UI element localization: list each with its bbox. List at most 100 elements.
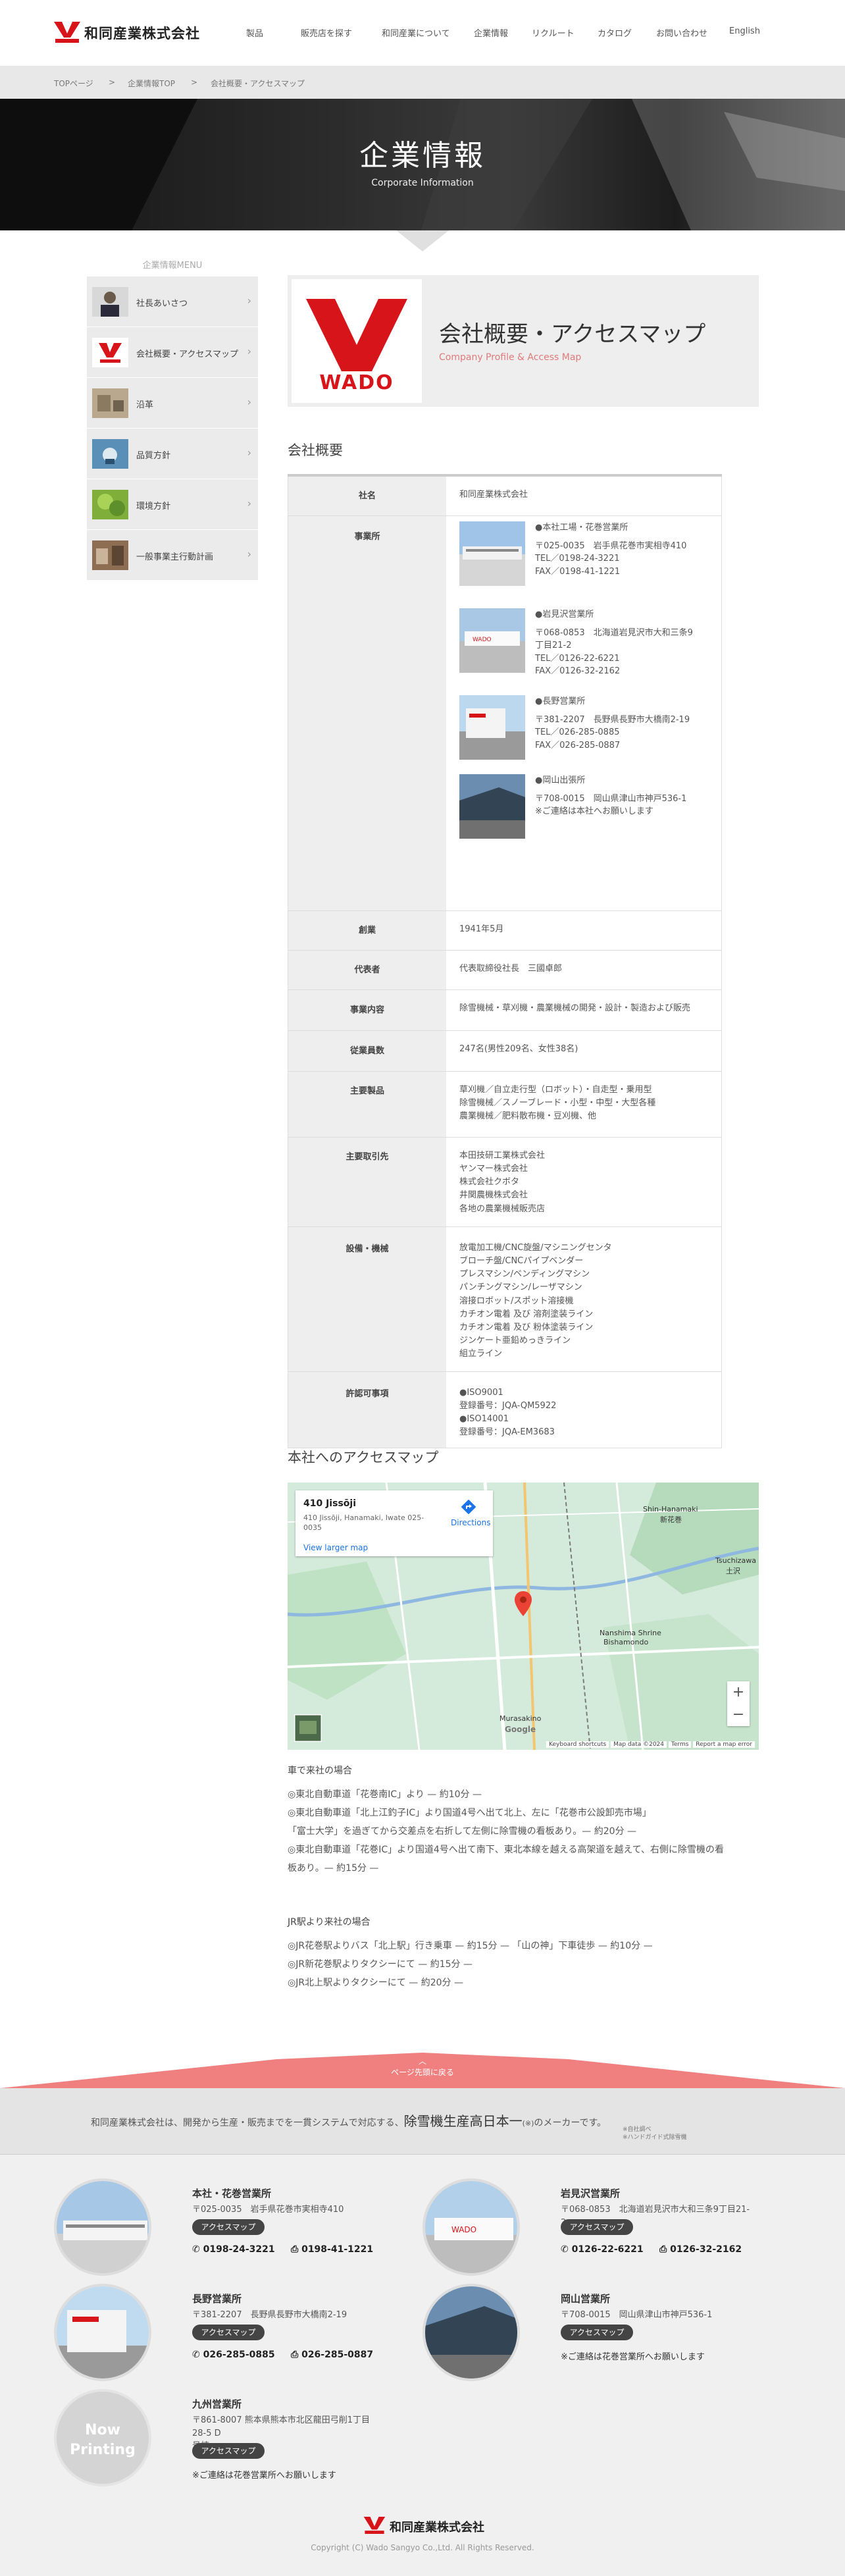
phone-icon: ✆ — [192, 2244, 203, 2255]
row-value-line: ヤンマー株式会社 — [459, 1164, 528, 1174]
access-line: 板あり。— 約15分 — — [288, 1863, 379, 1874]
row-label: 社名 — [288, 477, 446, 515]
branch-nagano: 長野営業所 〒381-2207 長野県長野市大橋南2-19 アクセスマップ ✆ … — [54, 2284, 383, 2389]
map-label: Shin-Hanamaki — [643, 1505, 698, 1513]
branch-photo-icon — [57, 2286, 149, 2379]
map-terms-link[interactable]: Terms — [668, 1741, 692, 1748]
row-value: 和同産業株式会社 — [446, 477, 721, 513]
chevron-up-icon: ︿ — [418, 2057, 426, 2066]
row-value-line: ブローチ盤/CNCパイプベンダー — [459, 1256, 584, 1267]
logo-text[interactable]: 和同産業株式会社 — [84, 23, 200, 43]
sidebar-item-action-plan[interactable]: 一般事業主行動計画 › — [87, 530, 258, 581]
zoom-in-icon[interactable]: + — [727, 1681, 750, 1704]
branch-hanamaki: 本社・花巻営業所 〒025-0035 岩手県花巻市実相寺410 アクセスマップ … — [54, 2178, 383, 2284]
sidebar-item-quality[interactable]: 品質方針 › — [87, 429, 258, 479]
zoom-out-icon[interactable]: − — [727, 1704, 750, 1726]
row-value-line: 溶接ロボット/スポット溶接機 — [459, 1296, 574, 1306]
chevron-right-icon: › — [247, 345, 251, 357]
sidebar-item-environment[interactable]: 環境方針 › — [87, 479, 258, 530]
svg-text:WADO: WADO — [473, 637, 492, 643]
table-row: 事業所 ●本社工場・花巻営業所 〒025-0035 岩手県花巻市実相寺410 T… — [288, 516, 722, 911]
branch-note: ※ご連絡は花巻営業所へお願いします — [192, 2471, 336, 2481]
row-value-line: ●ISO14001 — [459, 1414, 509, 1425]
branch-name: 岡山営業所 — [561, 2293, 611, 2305]
row-value: 放電加工機/CNC旋盤/マシニングセンタ ブローチ盤/CNCパイプベンダー プレ… — [446, 1227, 721, 1373]
branch-tel[interactable]: ✆ 026-285-0885 — [192, 2350, 275, 2360]
nav-corporate[interactable]: 企業情報 — [474, 26, 508, 39]
footer-tagline-band: 和同産業株式会社は、開発から生産・販売までを一貫システムで対応する、除雪機生産高… — [0, 2088, 845, 2154]
row-value-line: ジンケート亜鉛めっきライン — [459, 1335, 571, 1346]
office-line: FAX／026-285-0887 — [535, 740, 621, 750]
page-subtitle: Company Profile & Access Map — [439, 352, 582, 363]
sidebar-item-profile[interactable]: 会社概要・アクセスマップ › — [87, 327, 258, 378]
row-value-line: 1941年5月 — [459, 924, 504, 934]
branch-note: ※ご連絡は花巻営業所へお願いします — [561, 2352, 705, 2362]
map-layer-toggle-icon[interactable] — [294, 1714, 322, 1742]
embedded-map[interactable]: 410 Jissōji 410 Jissōji, Hanamaki, Iwate… — [288, 1483, 759, 1750]
nav-dealers[interactable]: 販売店を探す — [301, 26, 352, 39]
footer-logo-text[interactable]: 和同産業株式会社 — [390, 2518, 484, 2535]
tel-number: 026-285-0885 — [203, 2350, 275, 2360]
tagline-text: のメーカーです。 — [534, 2118, 607, 2128]
branch-tel[interactable]: ✆ 0126-22-6221 — [561, 2244, 644, 2255]
wado-logo-icon[interactable] — [54, 22, 80, 43]
branch-photo — [54, 2284, 151, 2381]
access-map-button[interactable]: アクセスマップ — [192, 2219, 265, 2235]
breadcrumb-corporate[interactable]: 企業情報TOP — [128, 78, 175, 89]
company-table: 社名 和同産業株式会社 事業所 ●本社工場・花巻営業所 〒025-0035 岩手… — [288, 474, 722, 1448]
access-map-button[interactable]: アクセスマップ — [561, 2219, 633, 2235]
map-larger-link[interactable]: View larger map — [303, 1543, 368, 1552]
branch-photo-icon — [57, 2181, 149, 2273]
row-value: ●ISO9001 登録番号：JQA-QM5922 ●ISO14001 登録番号：… — [446, 1372, 721, 1452]
breadcrumb-top[interactable]: TOPページ — [54, 78, 93, 89]
company-heading: 会社概要 — [288, 442, 343, 458]
map-pin-icon[interactable] — [515, 1591, 532, 1616]
phone-icon: ✆ — [561, 2244, 572, 2255]
access-line: ◎JR北上駅よりタクシーにて — 約20分 — — [288, 1978, 463, 1988]
branch-photo-icon: WADO — [425, 2181, 517, 2273]
branch-name: 本社・花巻営業所 — [192, 2188, 272, 2199]
wado-logo-icon[interactable] — [363, 2517, 386, 2534]
fax-icon: ⎙ — [659, 2244, 671, 2255]
chevron-right-icon: › — [247, 294, 251, 307]
row-value-line: カチオン電着 及び 粉体塗装ライン — [459, 1322, 594, 1332]
map-place-address: 410 Jissōji, Hanamaki, Iwate 025-0035 — [303, 1513, 424, 1533]
map-directions-link[interactable]: Directions — [451, 1518, 490, 1527]
access-map-button[interactable]: アクセスマップ — [561, 2325, 633, 2340]
chevron-right-icon: › — [247, 548, 251, 560]
sidebar-item-history[interactable]: 沿革 › — [87, 378, 258, 429]
branch-name: 長野営業所 — [192, 2293, 242, 2305]
branch-photo: WADO — [423, 2178, 520, 2276]
map-keyboard-shortcuts[interactable]: Keyboard shortcuts — [546, 1741, 609, 1748]
table-row: 主要製品 草刈機／自立走行型（ロボット）・自走型・乗用型 除雪機械／スノーブレー… — [288, 1072, 722, 1138]
train-access: JR駅より来社の場合 ◎JR花巻駅よりバス「北上駅」行き乗車 — 約15分 — … — [288, 1913, 759, 1992]
office-line: 〒708-0015 岡山県津山市神戸536-1 — [535, 793, 687, 804]
branch-tel[interactable]: ✆ 0198-24-3221 — [192, 2244, 275, 2255]
row-value-line: プレスマシン/ベンディングマシン — [459, 1269, 590, 1280]
nav-english[interactable]: English — [729, 26, 760, 36]
nav-catalog[interactable]: カタログ — [598, 26, 632, 39]
nav-recruit[interactable]: リクルート — [532, 26, 575, 39]
access-map-button[interactable]: アクセスマップ — [192, 2443, 265, 2459]
map-label: 新花巻 — [660, 1515, 682, 1524]
access-line: 「富士大学」を過ぎてから交差点を右折して左側に除雪機の看板あり。— 約20分 — — [288, 1826, 637, 1837]
row-value-line: 除雪機械・草刈機・農業機械の開発・設計・製造および販売 — [459, 1003, 691, 1013]
row-value-line: 除雪機械／スノーブレード・小型・中型・大型各種 — [459, 1098, 656, 1109]
nav-products[interactable]: 製品 — [246, 26, 263, 39]
office-line: 〒068-0853 北海道岩見沢市大和三条9 — [535, 627, 693, 638]
office-photo-icon — [459, 521, 525, 586]
page-title-box: WADO 会社概要・アクセスマップ Company Profile & Acce… — [288, 275, 759, 407]
branch-fax: ⎙ 0126-32-2162 — [659, 2244, 742, 2255]
office-entry: WADO ●岩見沢営業所 〒068-0853 北海道岩見沢市大和三条9 丁目21… — [459, 603, 708, 690]
directions-icon[interactable] — [461, 1500, 476, 1514]
map-label: Murasakino — [499, 1714, 542, 1723]
sidebar-item-greeting[interactable]: 社長あいさつ › — [87, 276, 258, 327]
map-report-link[interactable]: Report a map error — [693, 1741, 755, 1748]
page-top-button[interactable]: ︿ ページ先頭に戻る — [0, 2055, 845, 2078]
access-heading: 本社へのアクセスマップ — [288, 1450, 439, 1465]
svg-text:WADO: WADO — [451, 2225, 476, 2234]
map-zoom-controls: + − — [727, 1681, 750, 1726]
access-map-button[interactable]: アクセスマップ — [192, 2325, 265, 2340]
nav-about[interactable]: 和同産業について — [382, 26, 450, 39]
nav-contact[interactable]: お問い合わせ — [656, 26, 707, 39]
